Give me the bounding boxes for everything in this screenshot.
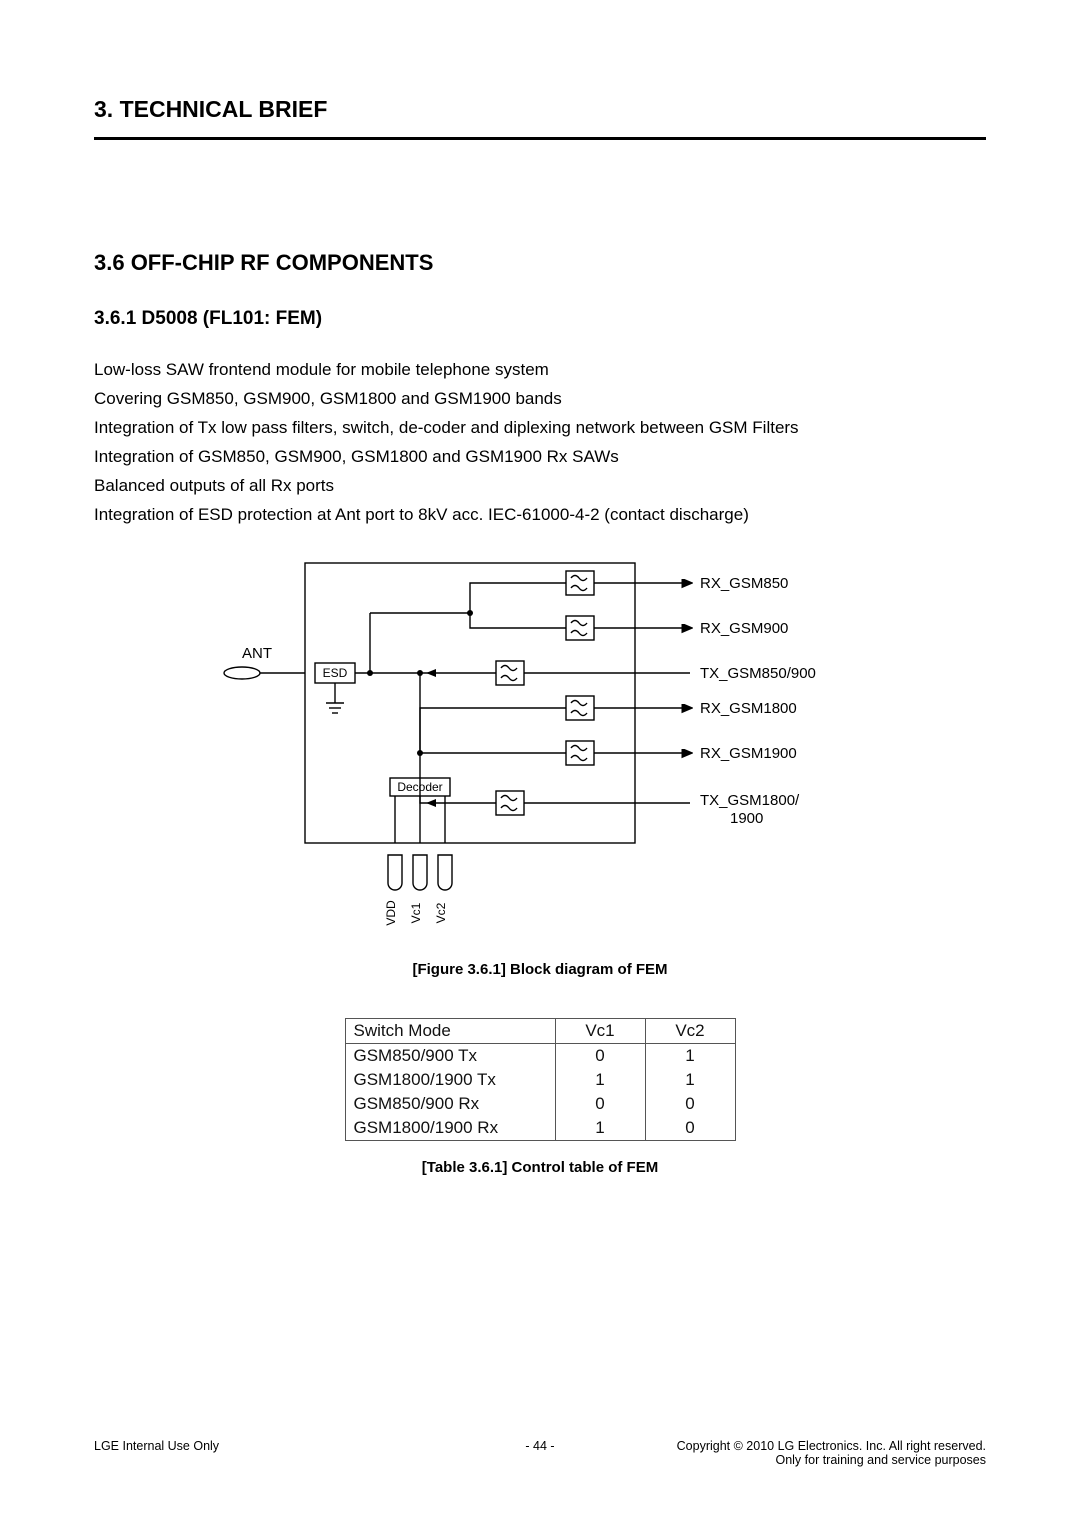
- body-line: Integration of GSM850, GSM900, GSM1800 a…: [94, 443, 986, 471]
- td: 1: [555, 1116, 645, 1141]
- figure-caption: [Figure 3.6.1] Block diagram of FEM: [94, 961, 986, 978]
- control-table: Switch Mode Vc1 Vc2 GSM850/900 Tx 0 1 GS…: [345, 1018, 736, 1141]
- td: 1: [645, 1068, 735, 1092]
- label-decoder: Decoder: [397, 780, 442, 794]
- th-vc2: Vc2: [645, 1019, 735, 1044]
- label-out: RX_GSM900: [700, 620, 788, 637]
- label-out: 1900: [730, 810, 763, 827]
- label-out: TX_GSM1800/: [700, 792, 800, 809]
- fem-block-diagram: ANT ESD: [220, 553, 860, 943]
- td: 0: [555, 1092, 645, 1116]
- table-row: GSM1800/1900 Tx 1 1: [345, 1068, 735, 1092]
- label-out: RX_GSM850: [700, 575, 788, 592]
- td: GSM1800/1900 Tx: [345, 1068, 555, 1092]
- td: 1: [555, 1068, 645, 1092]
- table-row: GSM850/900 Tx 0 1: [345, 1044, 735, 1069]
- td: GSM850/900 Tx: [345, 1044, 555, 1069]
- subsection-title: 3.6.1 D5008 (FL101: FEM): [94, 308, 986, 330]
- body-line: Covering GSM850, GSM900, GSM1800 and GSM…: [94, 385, 986, 413]
- table-row: GSM850/900 Rx 0 0: [345, 1092, 735, 1116]
- label-vc2: Vc2: [434, 903, 448, 924]
- th-mode: Switch Mode: [345, 1019, 555, 1044]
- body-line: Balanced outputs of all Rx ports: [94, 472, 986, 500]
- body-line: Integration of ESD protection at Ant por…: [94, 501, 986, 529]
- td: GSM850/900 Rx: [345, 1092, 555, 1116]
- body-line: Low-loss SAW frontend module for mobile …: [94, 356, 986, 384]
- td: 0: [555, 1044, 645, 1069]
- header-rule: [94, 137, 986, 140]
- page-footer: LGE Internal Use Only - 44 - Copyright ©…: [94, 1439, 986, 1467]
- th-vc1: Vc1: [555, 1019, 645, 1044]
- label-esd: ESD: [323, 666, 348, 680]
- label-vc1: Vc1: [409, 903, 423, 924]
- body-line: Integration of Tx low pass filters, swit…: [94, 414, 986, 442]
- table-caption: [Table 3.6.1] Control table of FEM: [94, 1159, 986, 1176]
- td: 1: [645, 1044, 735, 1069]
- label-out: RX_GSM1800: [700, 700, 797, 717]
- label-vdd: VDD: [384, 900, 398, 926]
- chapter-title: 3. TECHNICAL BRIEF: [94, 96, 986, 123]
- table-row: GSM1800/1900 Rx 1 0: [345, 1116, 735, 1141]
- label-ant: ANT: [242, 645, 272, 662]
- body-text: Low-loss SAW frontend module for mobile …: [94, 356, 986, 529]
- section-title: 3.6 OFF-CHIP RF COMPONENTS: [94, 250, 986, 276]
- td: GSM1800/1900 Rx: [345, 1116, 555, 1141]
- footer-page-number: - 44 -: [94, 1439, 986, 1453]
- footer-purpose: Only for training and service purposes: [677, 1453, 986, 1467]
- label-out: TX_GSM850/900: [700, 665, 816, 682]
- td: 0: [645, 1092, 735, 1116]
- label-out: RX_GSM1900: [700, 745, 797, 762]
- td: 0: [645, 1116, 735, 1141]
